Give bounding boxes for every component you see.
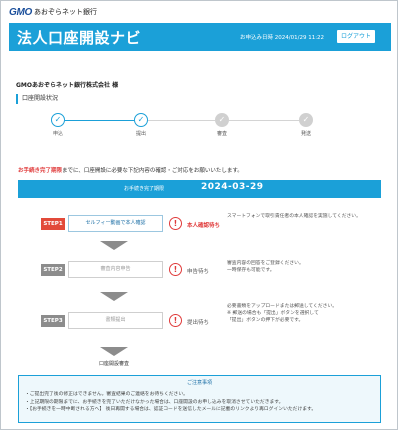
step1-tag: STEP1 [41, 218, 65, 230]
step2-tag: STEP2 [41, 264, 65, 276]
progress-step-review-icon: ✓ [215, 113, 229, 127]
progress-step-ship-icon: ✓ [299, 113, 313, 127]
app-title: 法人口座開設ナビ [17, 29, 142, 47]
page-frame: GMO あおぞらネット銀行 法人口座開設ナビ お申込み日時 2024/01/29… [0, 0, 398, 430]
section-title: 口座開設状況 [16, 94, 58, 104]
step3-description-line: 「提出」ボタンの押下が必要です。 [227, 318, 304, 323]
progress-step-review-label: 審査 [216, 131, 227, 137]
step1-description: スマートフォンで取引責任者の本人確認を実施してください。 [227, 214, 361, 219]
step2-description-line: 審査内容の回答をご登録ください。 [227, 261, 304, 266]
step3-description: 必要書類をアップロードまたは郵送してください。 ※ 郵送の場合も「提出」ボタンを… [227, 303, 387, 324]
progress-line-3 [229, 120, 299, 121]
arrow-down-icon [100, 241, 128, 250]
notice-emphasis: お手続き完了期限 [18, 168, 63, 174]
progress-line-1 [65, 120, 134, 121]
alert-icon: ! [169, 314, 182, 327]
notice-text: までに、口座開設に必要な下記内容の確認・ご対応をお願いいたします。 [62, 168, 243, 174]
deadline-date: 2024-03-29 [201, 182, 264, 192]
step2-description-line: 一時保存も可能です。 [227, 268, 275, 273]
caution-item: ・【お手続きを一時中断される方へ】 後日再開する場合は、認証コードを送信したメー… [25, 407, 317, 412]
deadline-label: お手続き完了期限 [124, 186, 165, 192]
caution-item: ・上記期限の期限までに、お手続きを完了いただけなかった場合は、口座開設のお申し込… [25, 399, 284, 405]
review-declaration-button[interactable]: 審査内容申告 [68, 261, 163, 278]
caution-list: ・ご提出完了後の修正はできません。審査結果のご連絡をお待ちください。 ・上記期限… [25, 391, 377, 414]
progress-step-submit-icon: ✓ [134, 113, 148, 127]
logo-mark: GMO [9, 6, 32, 18]
bank-logo: GMO あおぞらネット銀行 [9, 6, 97, 18]
deadline-notice: お手続き完了期限までに、口座開設に必要な下記内容の確認・ご対応をお願いいたします… [18, 166, 243, 174]
step2-description: 審査内容の回答をご登録ください。 一時保存も可能です。 [227, 260, 387, 274]
caution-title: ご注意事項 [186, 380, 212, 386]
step1-status: 本人確認待ち [187, 223, 221, 229]
progress-step-ship-label: 発送 [300, 131, 311, 137]
caution-item: ・ご提出完了後の修正はできません。審査結果のご連絡をお待ちください。 [25, 392, 188, 397]
arrow-down-icon [100, 292, 128, 301]
logout-button[interactable]: ログアウト [337, 30, 375, 43]
account-review-label: 口座開設審査 [99, 361, 130, 367]
progress-step-apply-label: 申込 [52, 131, 63, 137]
step2-status: 申告待ち [187, 269, 210, 275]
logo-text: あおぞらネット銀行 [34, 8, 97, 16]
application-date: お申込み日時 2024/01/29 11:22 [240, 35, 325, 41]
selfie-verification-button[interactable]: セルフィー動画で本人確認 [68, 215, 163, 232]
step3-description-line: ※ 郵送の場合も「提出」ボタンを選択して [227, 311, 319, 316]
app-header: 法人口座開設ナビ お申込み日時 2024/01/29 11:22 ログアウト [9, 23, 391, 51]
alert-icon: ! [169, 217, 182, 230]
step3-description-line: 必要書類をアップロードまたは郵送してください。 [227, 304, 338, 309]
caution-box: ご注意事項 ・ご提出完了後の修正はできません。審査結果のご連絡をお待ちください。… [18, 375, 381, 423]
deadline-bar: お手続き完了期限 2024-03-29 [18, 180, 381, 198]
progress-step-apply-icon: ✓ [51, 113, 65, 127]
progress-step-submit-label: 提出 [135, 131, 146, 137]
company-name: GMOあおぞらネット銀行株式会社 様 [16, 82, 119, 89]
arrow-down-icon [100, 347, 128, 356]
document-submit-button[interactable]: 書類提出 [68, 312, 163, 329]
alert-icon: ! [169, 263, 182, 276]
step3-tag: STEP3 [41, 315, 65, 327]
step3-status: 提出待ち [187, 320, 210, 326]
progress-line-2 [148, 120, 215, 121]
